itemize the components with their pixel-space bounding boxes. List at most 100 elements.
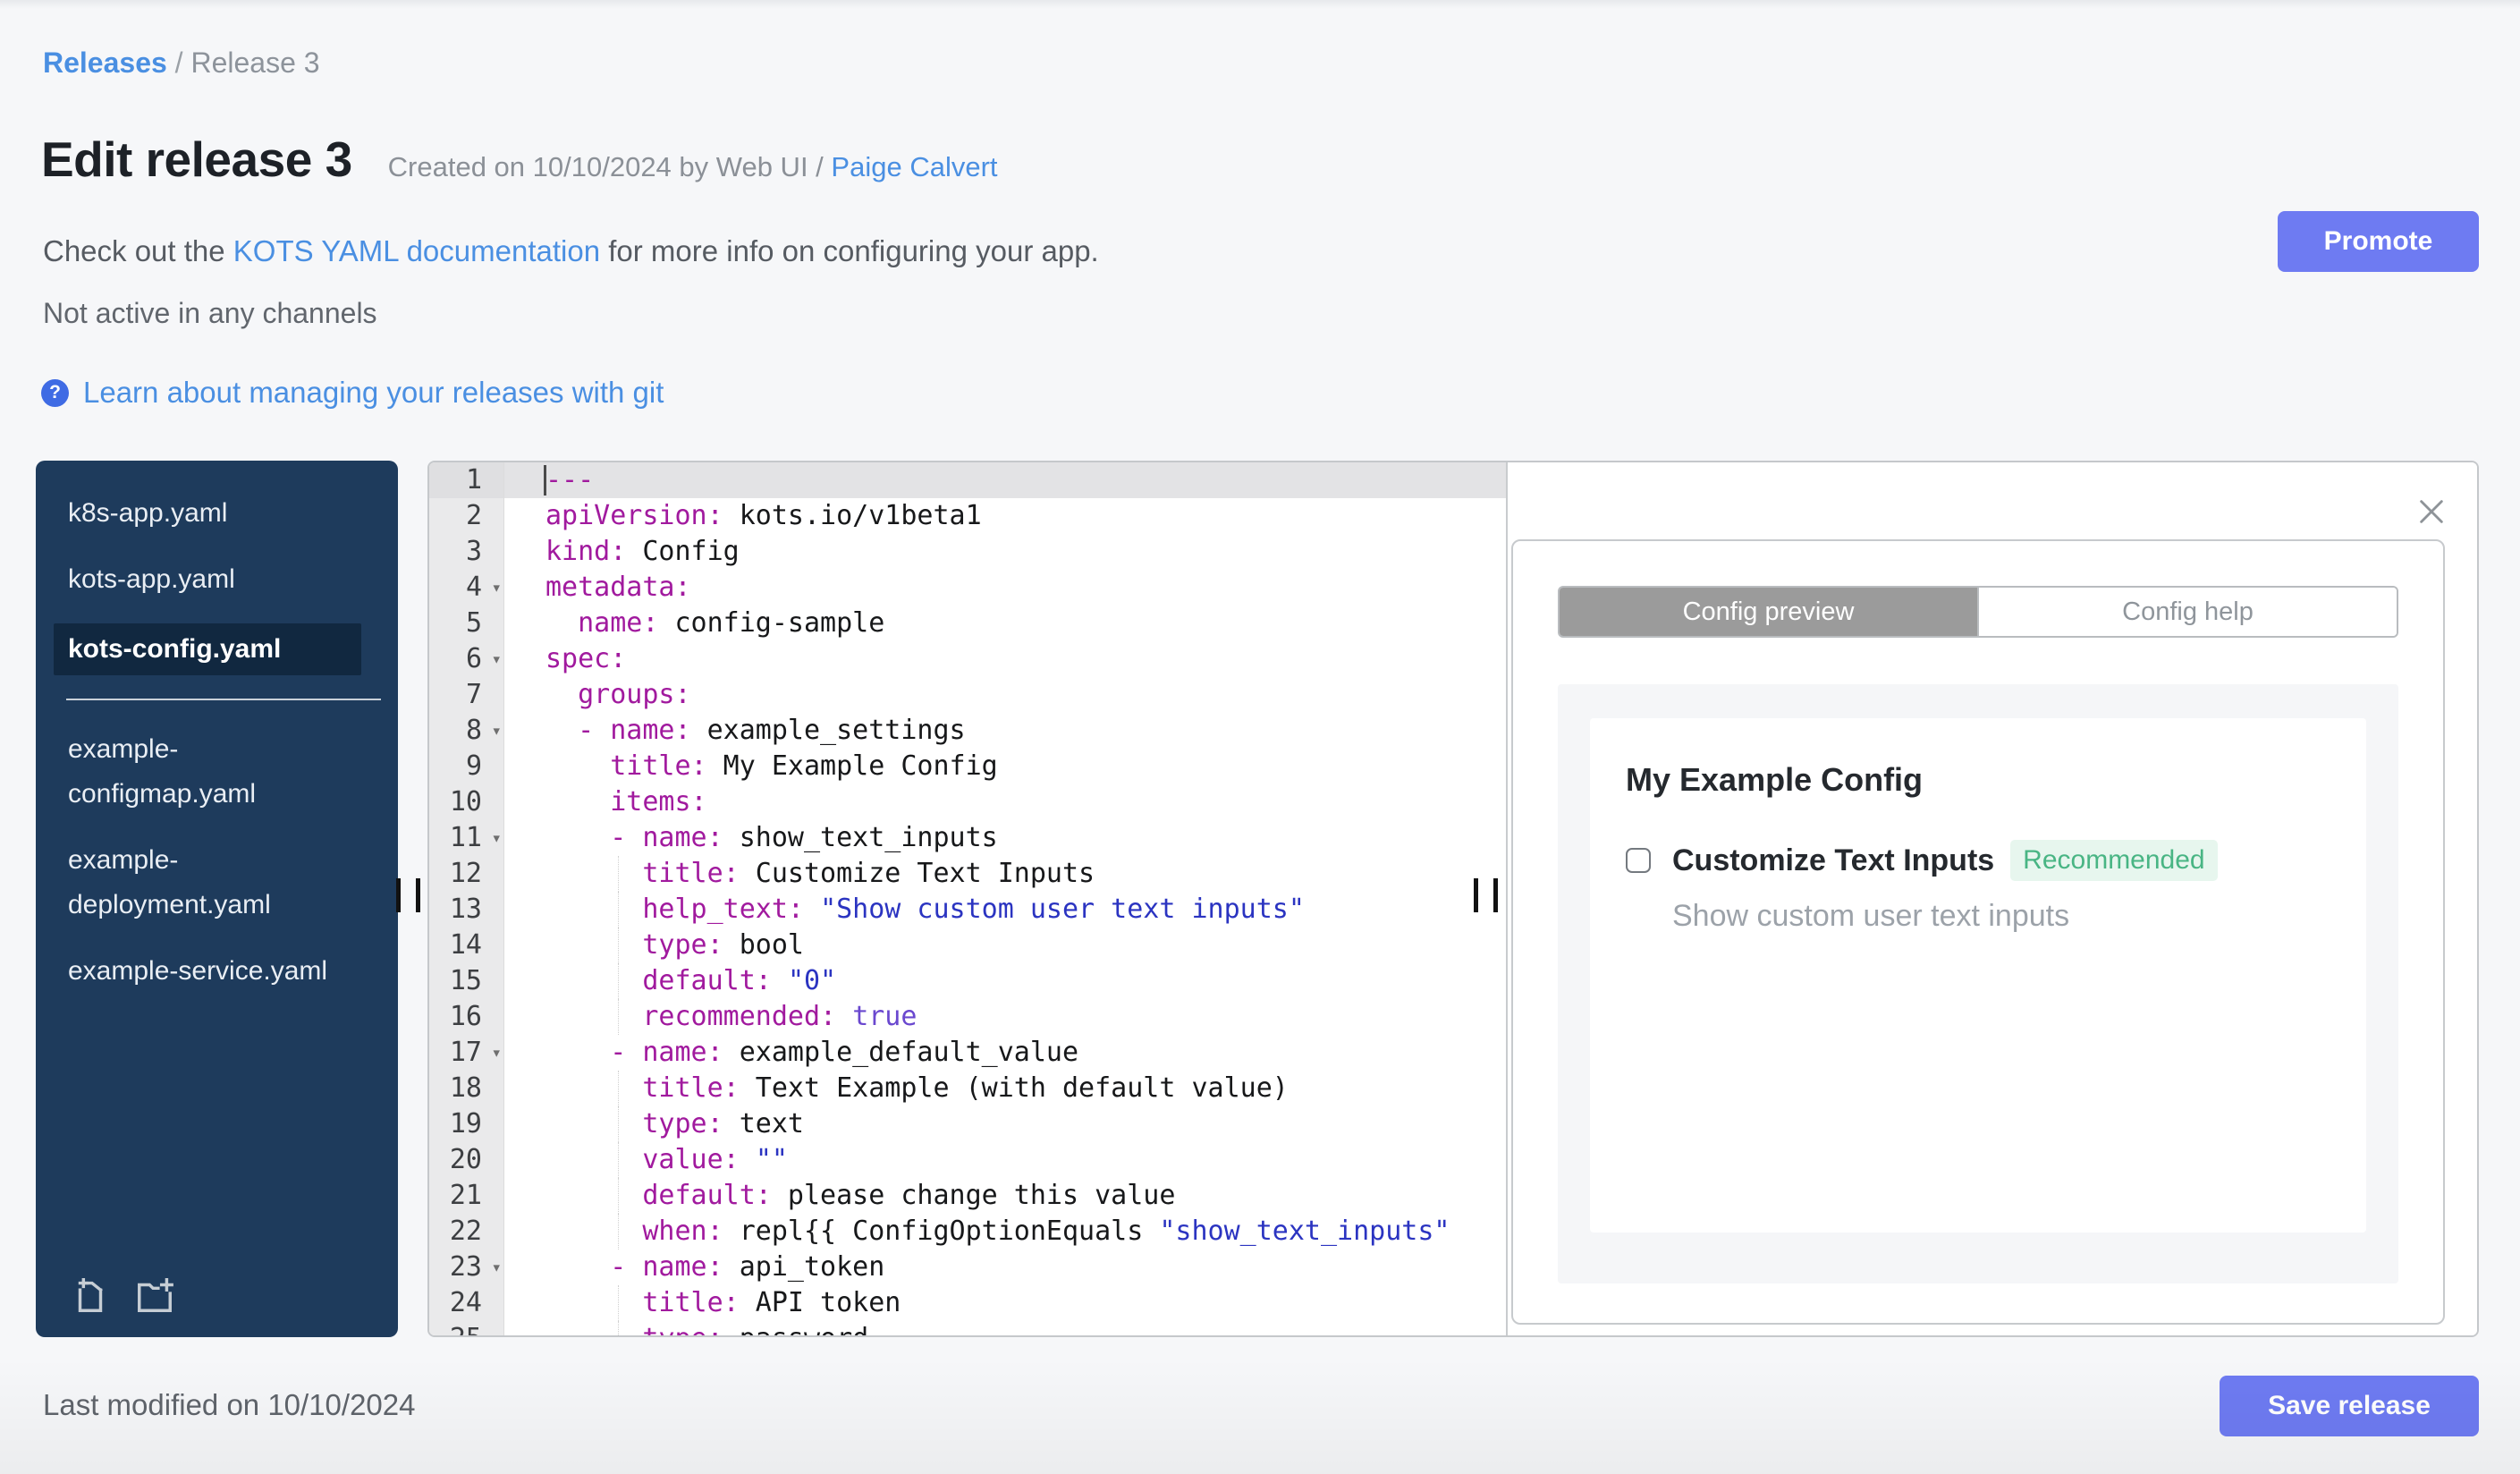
gutter-line-13: 13 — [449, 894, 482, 925]
code-line-22: when: repl{{ ConfigOptionEquals "show_te… — [504, 1214, 1506, 1250]
file-item-example-deployment.yaml[interactable]: example-deployment.yaml — [68, 838, 347, 928]
tab-config-help[interactable]: Config help — [1977, 588, 2397, 636]
save-release-button[interactable]: Save release — [2220, 1376, 2479, 1436]
config-item-help-text: Show custom user text inputs — [1672, 899, 2070, 933]
gutter-line-18: 18 — [449, 1072, 482, 1104]
question-mark-icon[interactable]: ? — [41, 378, 69, 407]
breadcrumb-separator: / — [174, 47, 183, 79]
code-line-15: default: "0" — [504, 963, 1506, 999]
gutter-line-9: 9 — [465, 750, 482, 782]
gutter-line-3: 3 — [465, 536, 482, 567]
close-icon[interactable] — [2416, 496, 2447, 527]
gutter-line-7: 7 — [465, 679, 482, 710]
gutter-line-23: 23 ▾ — [429, 1250, 503, 1285]
gutter-line-6: 6 ▾ — [429, 641, 503, 677]
yaml-code-editor[interactable]: --- apiVersion: kots.io/v1beta1 kind: Conf… — [504, 462, 1506, 1335]
editor-shell: 1 2 3 4 ▾ 5 6 ▾ 7 8 ▾ 9 10 11 ▾ 12 13 14 15 16 17 ▾ 18 19 20 21 22… — [427, 461, 2479, 1337]
code-line-7: groups: — [578, 679, 691, 710]
gutter-line-15: 15 — [449, 965, 482, 996]
code-line-16: recommended: true — [504, 999, 1506, 1035]
doc-info-suffix: for more info on configuring your app. — [600, 234, 1099, 267]
code-line-9: title: My Example Config — [610, 750, 998, 782]
promote-button[interactable]: Promote — [2278, 211, 2479, 272]
git-releases-link[interactable]: Learn about managing your releases with … — [83, 376, 664, 410]
text-cursor — [544, 465, 546, 496]
created-author-link[interactable]: Paige Calvert — [831, 151, 997, 182]
title-row: Edit release 3 Created on 10/10/2024 by … — [41, 131, 998, 188]
kots-yaml-doc-link[interactable]: KOTS YAML documentation — [233, 234, 600, 267]
file-item-example-service.yaml[interactable]: example-service.yaml — [68, 949, 347, 994]
gutter-line-14: 14 — [449, 929, 482, 961]
fold-toggle-icon[interactable]: ▾ — [492, 641, 502, 677]
gutter-line-21: 21 — [449, 1180, 482, 1211]
gutter-line-5: 5 — [465, 607, 482, 639]
config-card: My Example Config Customize Text Inputs … — [1590, 718, 2366, 1233]
fold-toggle-icon[interactable]: ▾ — [492, 820, 502, 856]
code-line-10: items: — [610, 786, 707, 817]
code-line-25: type: password — [504, 1321, 1506, 1335]
fold-toggle-icon[interactable]: ▾ — [492, 1250, 502, 1285]
code-line-24: title: API token — [504, 1285, 1506, 1321]
recommended-badge: Recommended — [2010, 840, 2218, 881]
gutter-line-22: 22 — [449, 1216, 482, 1247]
code-line-12: title: Customize Text Inputs — [504, 856, 1506, 892]
code-line-6: spec: — [545, 643, 627, 674]
code-line-18: title: Text Example (with default value) — [504, 1071, 1506, 1106]
preview-tab-bar: Config preview Config help — [1558, 586, 2398, 638]
gutter-line-4: 4 ▾ — [429, 570, 503, 606]
gutter-line-2: 2 — [465, 500, 482, 531]
config-area: My Example Config Customize Text Inputs … — [1558, 684, 2398, 1283]
config-preview-panel: Config preview Config help My Example Con… — [1508, 462, 2477, 1335]
code-line-5: name: config-sample — [578, 607, 885, 639]
file-item-kots-app.yaml[interactable]: kots-app.yaml — [68, 557, 347, 602]
file-list-divider — [66, 699, 381, 700]
code-line-19: type: text — [504, 1106, 1506, 1142]
gutter-line-11: 11 ▾ — [429, 820, 503, 856]
gutter-line-17: 17 ▾ — [429, 1035, 503, 1071]
created-text: Created on 10/10/2024 by Web UI / — [387, 151, 824, 182]
fold-toggle-icon[interactable]: ▾ — [492, 570, 502, 606]
panel-resize-handle[interactable] — [1474, 878, 1502, 912]
file-item-kots-config.yaml[interactable]: kots-config.yaml — [54, 623, 361, 675]
gutter-line-24: 24 — [449, 1287, 482, 1318]
page-title: Edit release 3 — [41, 131, 352, 187]
code-line-21: default: please change this value — [504, 1178, 1506, 1214]
config-item-row: Customize Text Inputs Recommended — [1626, 840, 2330, 881]
file-item-k8s-app.yaml[interactable]: k8s-app.yaml — [68, 491, 347, 536]
channel-status: Not active in any channels — [43, 297, 377, 329]
add-folder-icon[interactable] — [134, 1275, 175, 1316]
sidebar-resize-handle[interactable] — [396, 878, 425, 912]
fold-toggle-icon[interactable]: ▾ — [492, 1035, 502, 1071]
breadcrumb-current: Release 3 — [190, 47, 320, 79]
doc-info-prefix: Check out the — [43, 234, 233, 267]
code-line-14: type: bool — [504, 928, 1506, 963]
code-line-20: value: "" — [504, 1142, 1506, 1178]
created-meta: Created on 10/10/2024 by Web UI / Paige … — [388, 151, 998, 183]
fold-toggle-icon[interactable]: ▾ — [492, 713, 502, 749]
gutter-line-10: 10 — [449, 786, 482, 817]
customize-text-inputs-checkbox[interactable] — [1626, 848, 1651, 873]
gutter-line-8: 8 ▾ — [429, 713, 503, 749]
code-line-1: --- — [504, 462, 1506, 498]
code-line-13: help_text: "Show custom user text inputs… — [504, 892, 1506, 928]
add-file-icon[interactable] — [70, 1275, 111, 1316]
breadcrumb-releases-link[interactable]: Releases — [43, 47, 167, 79]
gutter-line-19: 19 — [449, 1108, 482, 1139]
tab-config-preview[interactable]: Config preview — [1560, 588, 1977, 636]
last-modified-text: Last modified on 10/10/2024 — [43, 1388, 416, 1421]
code-line-3: kind: Config — [545, 536, 740, 567]
gutter-line-25: 25 — [429, 1321, 503, 1335]
gutter-line-16: 16 — [449, 1001, 482, 1032]
file-item-example-configmap.yaml[interactable]: example-configmap.yaml — [68, 727, 347, 817]
gutter-line-20: 20 — [449, 1144, 482, 1175]
config-group-title: My Example Config — [1626, 761, 1924, 798]
doc-info-line: Check out the KOTS YAML documentation fo… — [43, 234, 1099, 268]
code-line-2: apiVersion: kots.io/v1beta1 — [545, 500, 982, 531]
file-list: k8s-app.yaml kots-app.yaml kots-config.yam… — [54, 491, 381, 994]
code-line-23: - name: api_token — [610, 1251, 885, 1283]
gutter-line-1: 1 — [429, 462, 503, 498]
code-line-4: metadata: — [545, 572, 691, 603]
git-help-row: ? Learn about managing your releases wit… — [41, 376, 664, 410]
sidebar-actions — [70, 1275, 175, 1316]
editor-gutter: 1 2 3 4 ▾ 5 6 ▾ 7 8 ▾ 9 10 11 ▾ 12 13 14 15 16 17 ▾ 18 19 20 21 22… — [429, 462, 504, 1335]
